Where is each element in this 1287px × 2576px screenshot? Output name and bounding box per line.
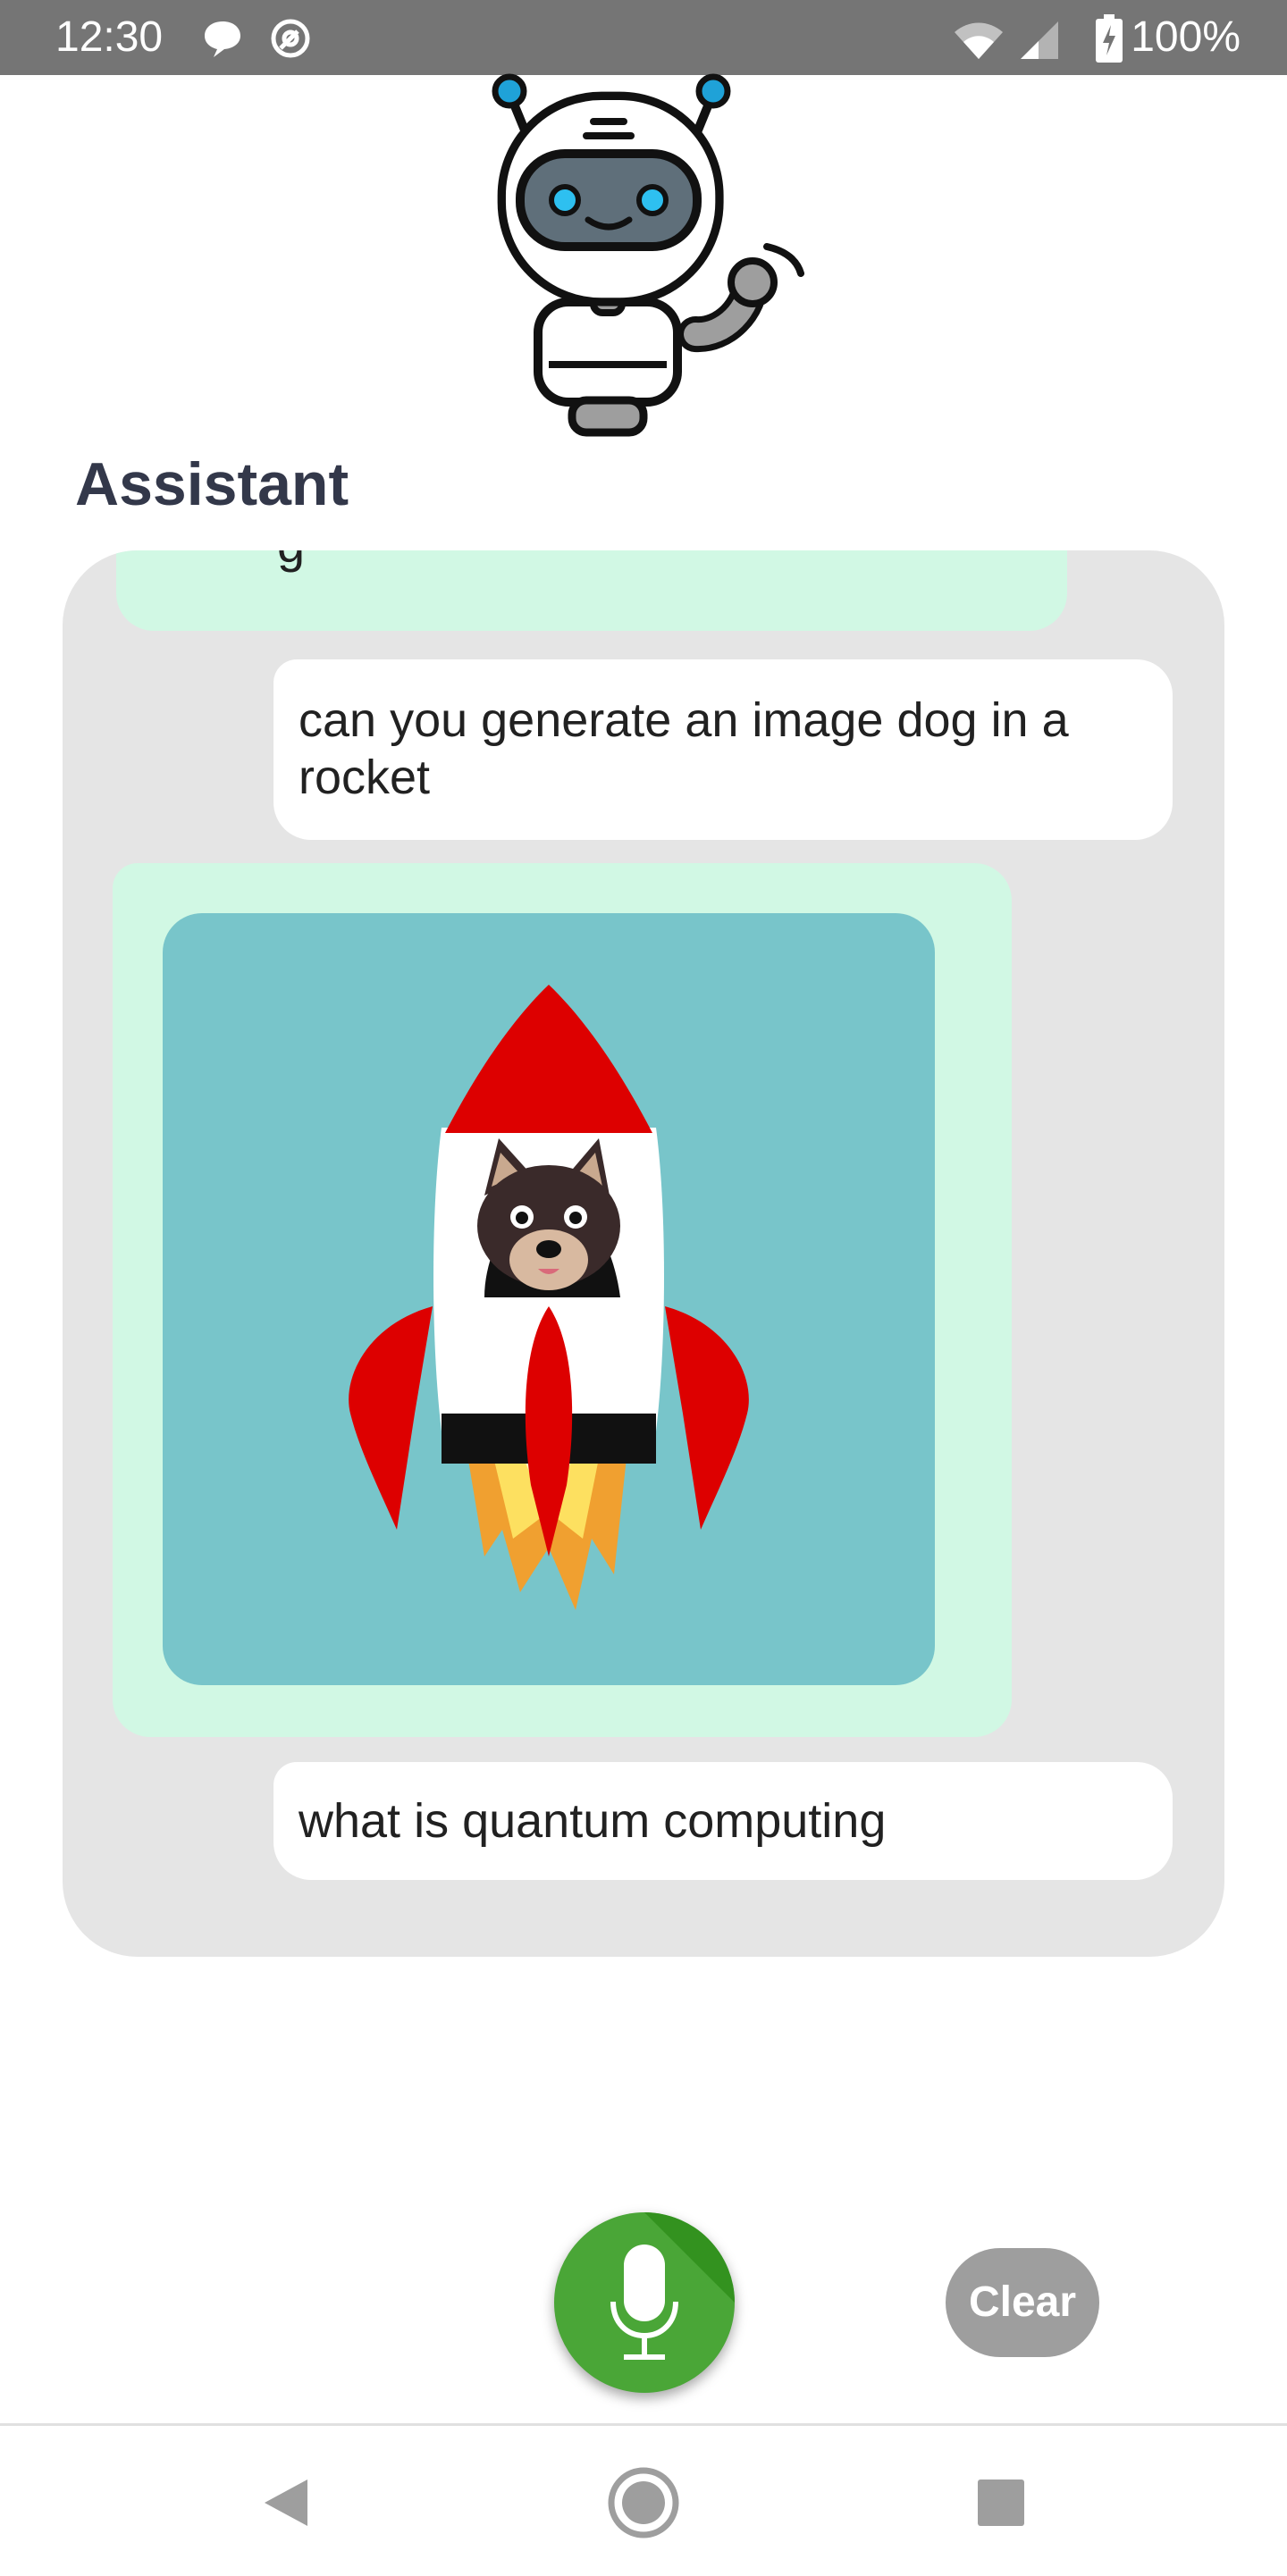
wifi-icon <box>955 22 1003 59</box>
dog-in-rocket-image[interactable] <box>163 913 935 1685</box>
partial-message-text: g <box>277 550 305 581</box>
home-icon[interactable] <box>572 2426 715 2576</box>
assistant-title: Assistant <box>75 450 349 518</box>
user-message-text: what is quantum computing <box>299 1794 887 1848</box>
mic-button[interactable] <box>554 2212 735 2393</box>
recents-icon[interactable] <box>930 2426 1072 2576</box>
user-message: what is quantum computing <box>273 1762 1173 1880</box>
user-message-text: can you generate an image dog in a rocke… <box>299 693 1069 804</box>
nav-bar <box>0 2423 1287 2576</box>
battery-charging-icon <box>1096 14 1123 63</box>
status-bar: 12:30 100% <box>0 0 1287 75</box>
microphone-icon <box>610 2245 678 2360</box>
signal-icon <box>1021 21 1058 59</box>
assistant-image-message <box>113 863 1012 1737</box>
robot-icon <box>492 73 804 437</box>
clear-button[interactable]: Clear <box>946 2248 1099 2357</box>
sync-icon <box>271 19 310 58</box>
chat-panel[interactable]: g can you generate an image dog in a roc… <box>63 550 1224 1957</box>
rocket-illustration <box>349 985 749 1610</box>
back-icon[interactable] <box>214 2426 358 2576</box>
battery-percentage: 100% <box>1131 13 1241 61</box>
status-time: 12:30 <box>55 13 164 61</box>
user-message: can you generate an image dog in a rocke… <box>273 659 1173 840</box>
message-icon <box>205 21 240 57</box>
assistant-message-partial: g <box>116 550 1067 631</box>
